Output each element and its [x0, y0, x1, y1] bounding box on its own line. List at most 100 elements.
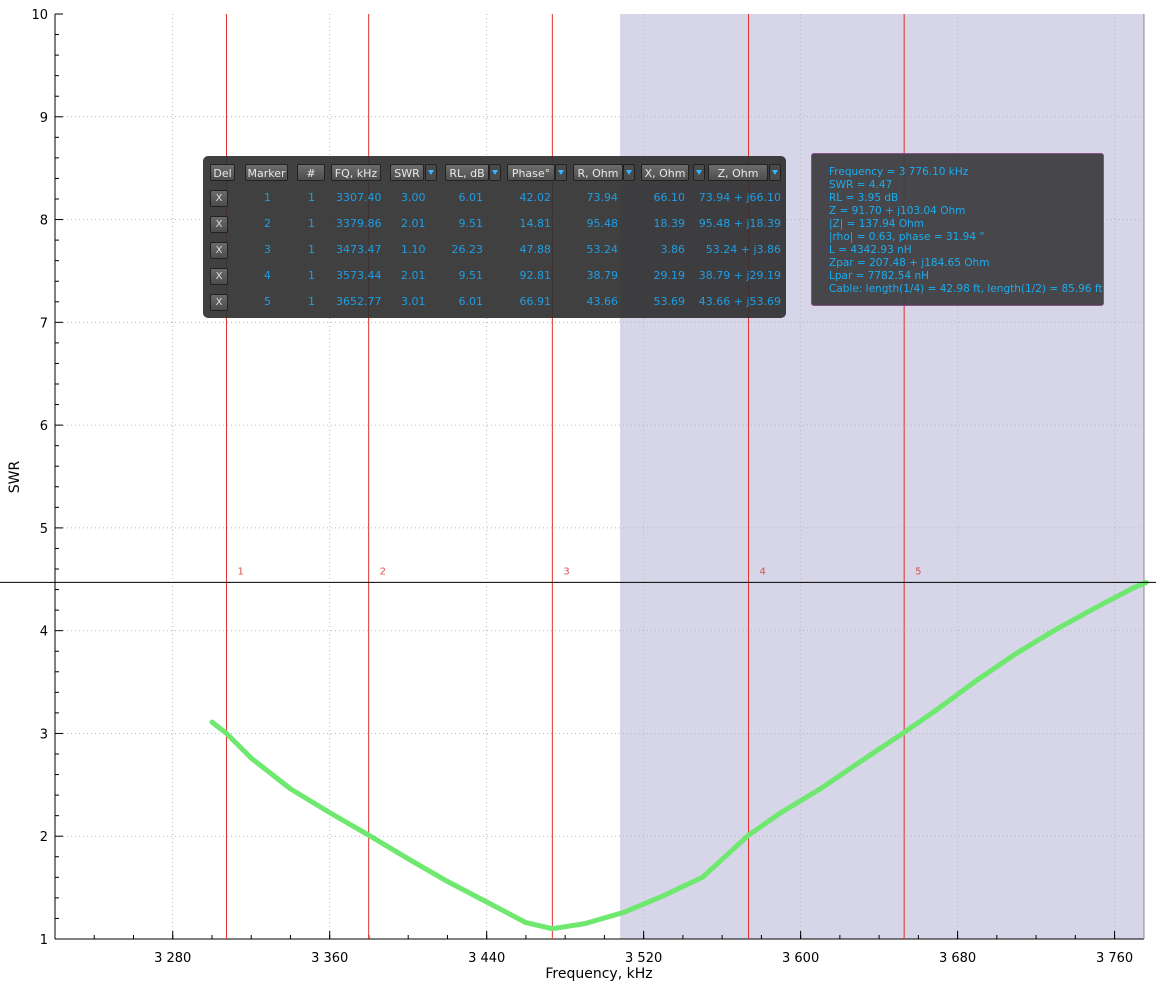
cell-rl: 6.01: [458, 191, 484, 204]
info-swr: SWR = 4.47: [829, 179, 893, 191]
cell-r: 53.24: [586, 243, 619, 256]
header-marker[interactable]: Marker: [245, 164, 288, 181]
cell-rl: 26.23: [451, 243, 484, 256]
cell-phase: 92.81: [519, 269, 552, 282]
header-phase[interactable]: Phase°: [507, 164, 555, 181]
cell-swr: 3.01: [401, 295, 426, 308]
z-filter-dropdown[interactable]: [769, 164, 781, 181]
header-rl[interactable]: RL, dB: [445, 164, 489, 181]
cell-marker: 1: [264, 191, 271, 204]
x-axis-title: Frequency, kHz: [545, 966, 652, 982]
marker-label: 1: [237, 566, 243, 577]
cell-z: 73.94 + j66.10: [698, 191, 781, 204]
cell-marker: 5: [264, 295, 271, 308]
header-z[interactable]: Z, Ohm: [708, 164, 768, 181]
marker-label: 4: [760, 566, 766, 577]
info-lpar: Lpar = 7782.54 nH: [829, 270, 930, 282]
info-z: Z = 91.70 + j103.04 Ohm: [829, 205, 966, 217]
header-r[interactable]: R, Ohm: [573, 164, 623, 181]
x-tick-label: 3 280: [154, 951, 191, 966]
cell-num: 1: [308, 191, 315, 204]
y-tick-label: 4: [40, 625, 48, 640]
header-x[interactable]: X, Ohm: [641, 164, 689, 181]
cell-fq: 3379.86: [336, 217, 382, 230]
cell-marker: 3: [264, 243, 271, 256]
cell-swr: 2.01: [401, 269, 426, 282]
marker-label: 5: [915, 566, 921, 577]
phase-filter-dropdown[interactable]: [555, 164, 567, 181]
cell-phase: 66.91: [519, 295, 552, 308]
cell-phase: 47.88: [519, 243, 552, 256]
cell-x: 29.19: [653, 269, 686, 282]
cell-fq: 3307.40: [336, 191, 382, 204]
cell-num: 1: [308, 269, 315, 282]
delete-marker-button[interactable]: X: [210, 242, 228, 259]
delete-marker-button[interactable]: X: [210, 190, 228, 207]
y-tick-label: 2: [40, 830, 48, 845]
y-tick-label: 9: [40, 111, 48, 126]
y-tick-label: 5: [40, 522, 48, 537]
header-del[interactable]: Del: [210, 164, 235, 181]
table-row: X 4 1 3573.44 2.01 9.51 92.81 38.79 29.1…: [203, 264, 786, 290]
cell-rl: 9.51: [458, 269, 484, 282]
x-tick-label: 3 760: [1096, 951, 1133, 966]
table-row: X 1 1 3307.40 3.00 6.01 42.02 73.94 66.1…: [203, 186, 786, 212]
cell-marker: 4: [264, 269, 271, 282]
marker-label: 3: [563, 566, 569, 577]
table-row: X 2 1 3379.86 2.01 9.51 14.81 95.48 18.3…: [203, 212, 786, 238]
swr-chart[interactable]: 1 2 3 4 5 6 7 8 9 10 3 280 3 360 3 440 3 520 3 600 3 6…: [0, 0, 1156, 989]
info-cable: Cable: length(1/4) = 42.98 ft, length(1/…: [829, 283, 1103, 295]
delete-marker-button[interactable]: X: [210, 268, 228, 285]
x-tick-label: 3 360: [311, 951, 348, 966]
header-fq[interactable]: FQ, kHz: [331, 164, 381, 181]
cell-swr: 2.01: [401, 217, 426, 230]
cell-r: 38.79: [586, 269, 619, 282]
y-tick-label: 7: [40, 316, 48, 331]
info-rho: |rho| = 0.63, phase = 31.94 °: [829, 231, 985, 243]
y-tick-label: 8: [40, 214, 48, 229]
y-axis-title: SWR: [7, 461, 23, 494]
cell-rl: 9.51: [458, 217, 484, 230]
x-tick-label: 3 520: [625, 951, 662, 966]
delete-marker-button[interactable]: X: [210, 216, 228, 233]
cell-fq: 3573.44: [336, 269, 382, 282]
y-tick-label: 6: [40, 419, 48, 434]
rl-filter-dropdown[interactable]: [489, 164, 501, 181]
info-rl: RL = 3.95 dB: [829, 192, 899, 204]
x-filter-dropdown[interactable]: [693, 164, 705, 181]
table-row: X 5 1 3652.77 3.01 6.01 66.91 43.66 53.6…: [203, 290, 786, 316]
cell-z: 38.79 + j29.19: [698, 269, 781, 282]
marker-table[interactable]: Del Marker # FQ, kHz SWR RL, dB Phase° R…: [203, 156, 786, 318]
r-filter-dropdown[interactable]: [623, 164, 635, 181]
delete-marker-button[interactable]: X: [210, 294, 228, 311]
cell-swr: 1.10: [401, 243, 426, 256]
y-tick-label: 1: [40, 933, 48, 948]
cell-num: 1: [308, 243, 315, 256]
cell-z: 95.48 + j18.39: [698, 217, 781, 230]
info-z-magnitude: |Z| = 137.94 Ohm: [829, 218, 924, 230]
cell-rl: 6.01: [458, 295, 484, 308]
cell-x: 18.39: [653, 217, 686, 230]
info-l: L = 4342.93 nH: [829, 244, 912, 256]
cell-num: 1: [308, 295, 315, 308]
y-tick-label: 3: [40, 727, 48, 742]
cell-x: 53.69: [653, 295, 686, 308]
cell-phase: 14.81: [519, 217, 552, 230]
marker-label: 2: [380, 566, 386, 577]
cell-fq: 3473.47: [336, 243, 382, 256]
cell-x: 66.10: [653, 191, 686, 204]
cell-swr: 3.00: [401, 191, 426, 204]
cell-x: 3.86: [660, 243, 686, 256]
cell-num: 1: [308, 217, 315, 230]
swr-filter-dropdown[interactable]: [425, 164, 437, 181]
cell-r: 73.94: [586, 191, 619, 204]
x-tick-label: 3 600: [782, 951, 819, 966]
cell-r: 95.48: [586, 217, 619, 230]
header-num[interactable]: #: [297, 164, 325, 181]
info-frequency: Frequency = 3 776.10 kHz: [829, 166, 969, 178]
table-row: X 3 1 3473.47 1.10 26.23 47.88 53.24 3.8…: [203, 238, 786, 264]
cell-fq: 3652.77: [336, 295, 382, 308]
info-zpar: Zpar = 207.48 + j184.65 Ohm: [829, 257, 990, 269]
y-tick-label: 10: [31, 8, 48, 23]
header-swr[interactable]: SWR: [390, 164, 424, 181]
